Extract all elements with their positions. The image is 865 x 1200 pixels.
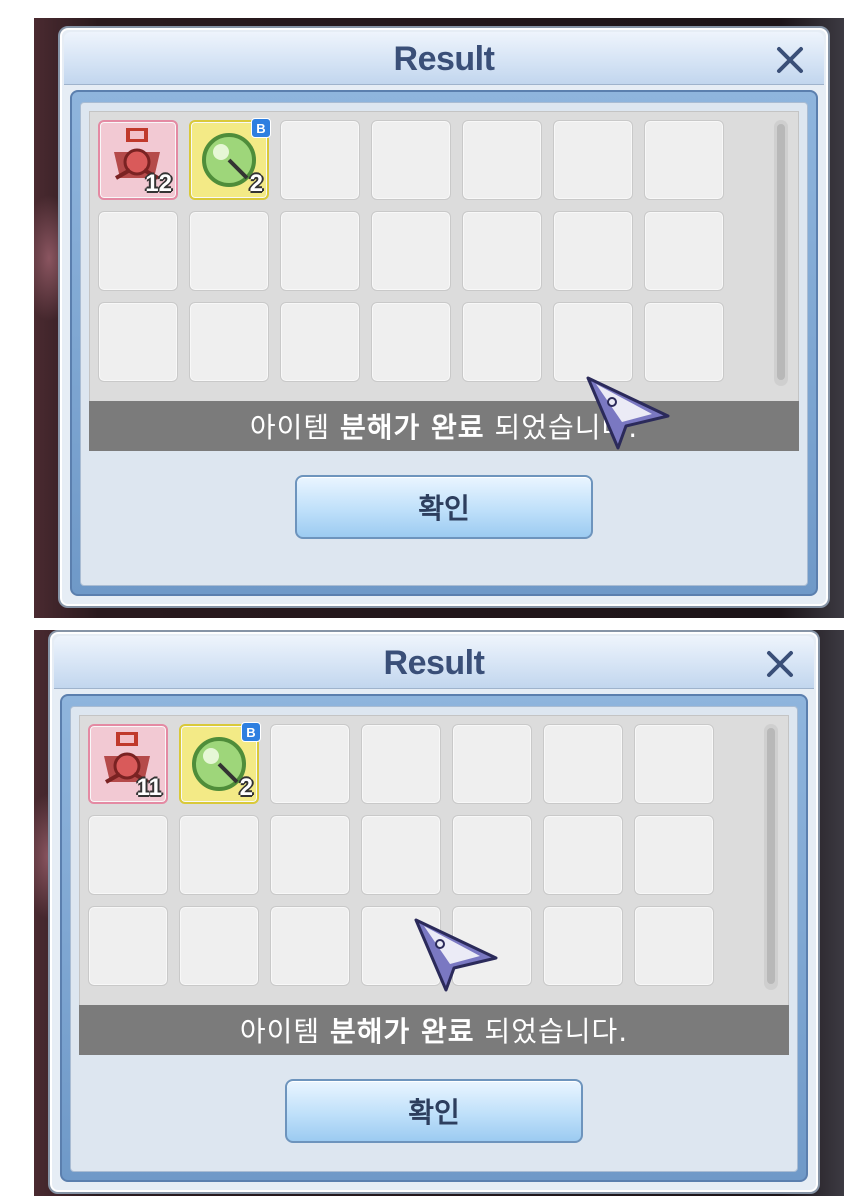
- empty-slot[interactable]: [270, 815, 350, 895]
- result-dialog: Result: [58, 26, 830, 608]
- empty-slot[interactable]: [98, 211, 178, 291]
- empty-slot[interactable]: [179, 815, 259, 895]
- close-icon: [777, 47, 803, 73]
- item-slot-1[interactable]: 11: [88, 724, 168, 804]
- empty-slot[interactable]: [462, 211, 542, 291]
- bound-badge: B: [241, 722, 261, 742]
- message-prefix: 아이템: [249, 411, 340, 444]
- empty-slot[interactable]: [543, 906, 623, 986]
- close-icon: [767, 651, 793, 677]
- empty-slot[interactable]: [634, 724, 714, 804]
- message-bold: 분해가 완료: [330, 1015, 475, 1048]
- empty-slot[interactable]: [361, 724, 441, 804]
- empty-slot[interactable]: [553, 302, 633, 382]
- empty-slot[interactable]: [371, 211, 451, 291]
- item-slot-1[interactable]: 12: [98, 120, 178, 200]
- scrollbar-thumb[interactable]: [767, 728, 775, 984]
- scrollbar-thumb[interactable]: [777, 124, 785, 380]
- screenshot-2: Result 11 B 2 아이템 분해가 완료 되었습니다. 확인: [34, 630, 844, 1196]
- empty-slot[interactable]: [462, 302, 542, 382]
- screenshot-1: Result 12 B 2 아이템 분해가 완료 되었습니다. 확인: [34, 18, 844, 618]
- empty-slot[interactable]: [452, 724, 532, 804]
- mouse-cursor-icon: [414, 918, 498, 992]
- item-slot-2[interactable]: B 2: [189, 118, 271, 200]
- empty-slot[interactable]: [644, 120, 724, 200]
- empty-slot[interactable]: [462, 120, 542, 200]
- empty-slot[interactable]: [280, 211, 360, 291]
- message-suffix: 되었습니다.: [474, 1015, 629, 1048]
- close-button[interactable]: [770, 40, 810, 80]
- empty-slot[interactable]: [371, 302, 451, 382]
- dialog-title: Result: [393, 40, 495, 78]
- item-quantity: 2: [249, 170, 263, 197]
- dialog-title: Result: [383, 644, 485, 682]
- confirm-button[interactable]: 확인: [285, 1079, 583, 1143]
- empty-slot[interactable]: [634, 906, 714, 986]
- empty-slot[interactable]: [179, 906, 259, 986]
- empty-slot[interactable]: [371, 120, 451, 200]
- dialog-frame: 12 B 2 아이템 분해가 완료 되었습니다. 확인: [70, 90, 818, 596]
- empty-slot[interactable]: [98, 302, 178, 382]
- scrollbar[interactable]: [764, 724, 778, 990]
- bound-badge: B: [251, 118, 271, 138]
- empty-slot[interactable]: [280, 302, 360, 382]
- empty-slot[interactable]: [553, 120, 633, 200]
- empty-slot[interactable]: [361, 815, 441, 895]
- result-dialog: Result: [48, 630, 820, 1194]
- message-bold: 분해가 완료: [340, 411, 485, 444]
- empty-slot[interactable]: [543, 724, 623, 804]
- close-button[interactable]: [760, 644, 800, 684]
- empty-slot[interactable]: [634, 815, 714, 895]
- dialog-titlebar[interactable]: Result: [54, 636, 814, 689]
- empty-slot[interactable]: [270, 906, 350, 986]
- empty-slot[interactable]: [280, 120, 360, 200]
- empty-slot[interactable]: [189, 211, 269, 291]
- item-quantity: 11: [136, 774, 162, 801]
- empty-slot[interactable]: [452, 815, 532, 895]
- mouse-cursor-icon: [586, 376, 670, 450]
- confirm-button[interactable]: 확인: [295, 475, 593, 539]
- scrollbar[interactable]: [774, 120, 788, 386]
- empty-slot[interactable]: [88, 815, 168, 895]
- item-quantity: 12: [145, 170, 172, 197]
- item-grid: 12 B 2: [89, 111, 799, 413]
- empty-slot[interactable]: [189, 302, 269, 382]
- empty-slot[interactable]: [553, 211, 633, 291]
- status-message: 아이템 분해가 완료 되었습니다.: [89, 401, 799, 451]
- empty-slot[interactable]: [543, 815, 623, 895]
- status-message: 아이템 분해가 완료 되었습니다.: [79, 1005, 789, 1055]
- result-panel: 12 B 2 아이템 분해가 완료 되었습니다. 확인: [80, 102, 808, 586]
- dialog-titlebar[interactable]: Result: [64, 32, 824, 85]
- item-quantity: 2: [239, 774, 253, 801]
- empty-slot[interactable]: [644, 302, 724, 382]
- message-prefix: 아이템: [239, 1015, 330, 1048]
- empty-slot[interactable]: [644, 211, 724, 291]
- item-slot-2[interactable]: B 2: [179, 722, 261, 804]
- empty-slot[interactable]: [270, 724, 350, 804]
- empty-slot[interactable]: [88, 906, 168, 986]
